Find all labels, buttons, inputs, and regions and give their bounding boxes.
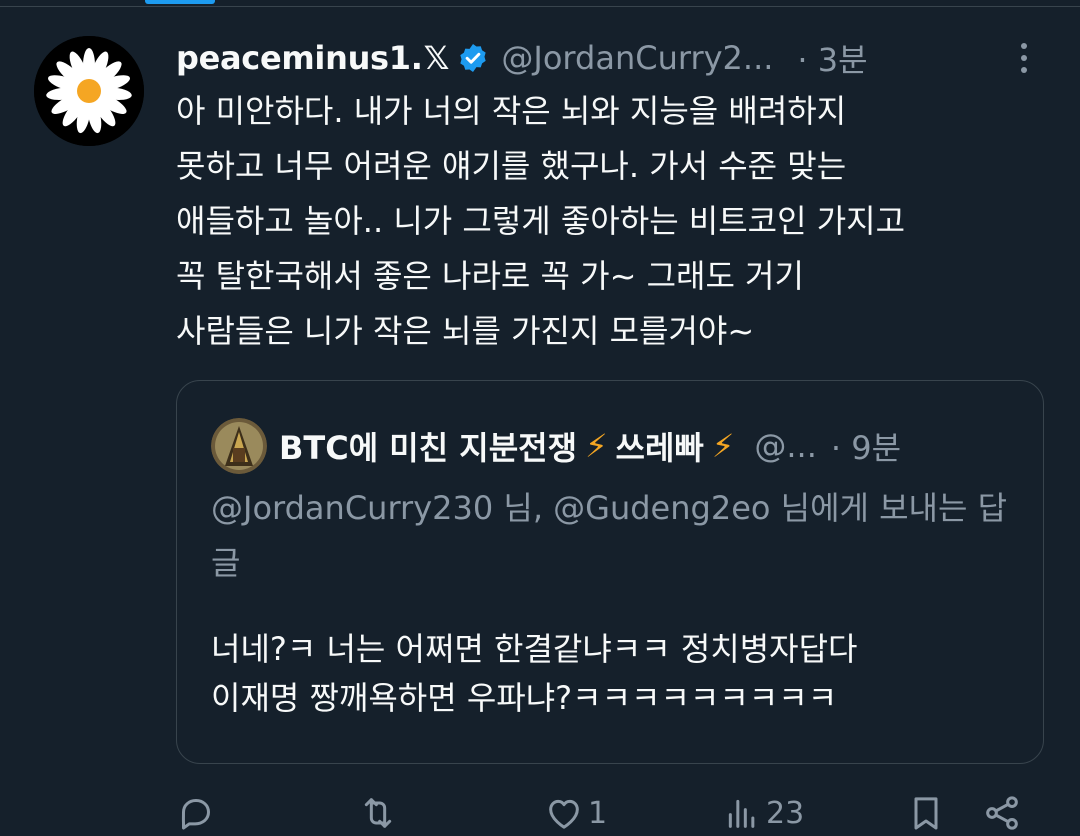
reply-icon [181, 799, 210, 830]
quoted-author-handle: @... [754, 427, 817, 465]
replying-to-text: @JordanCurry230 님, @Gudeng2eo 님에게 보내는 답글 [211, 489, 1008, 582]
views-icon [728, 799, 755, 828]
tweet-timestamp[interactable]: · 3분 [797, 35, 867, 81]
quoted-tweet-timestamp: · 9분 [830, 429, 902, 467]
share-button[interactable] [982, 790, 1022, 836]
tweet-header: peaceminus1. 𝕏 @JordanCurry2... · 3분 [176, 30, 1056, 86]
more-icon[interactable] [1008, 36, 1040, 80]
active-tab-indicator [145, 0, 215, 4]
quoted-tweet-text: 너네?ㅋ 너는 어쩌면 한결같냐ㅋㅋ 정치병자답다 이재명 짱깨욕하면 우파냐?… [211, 630, 858, 717]
quoted-avatar-image [211, 418, 267, 474]
tweet-actions: 1 23 [176, 790, 1056, 836]
retweet-icon [364, 798, 392, 828]
quoted-author-name-suffix: 쓰레빠 [615, 429, 704, 467]
tweet-text: 아 미안하다. 내가 너의 작은 뇌와 지능을 배려하지 못하고 너무 어려운 … [176, 92, 906, 350]
bookmark-button[interactable] [906, 790, 946, 836]
reply-button[interactable] [176, 790, 220, 836]
view-count: 23 [766, 795, 805, 831]
quoted-author-display-name: BTC에 미친 지분전쟁 [279, 429, 578, 467]
views-button[interactable]: 23 [722, 790, 804, 836]
author-avatar[interactable] [34, 36, 144, 146]
like-icon [549, 799, 579, 829]
daisy-avatar-image [34, 36, 144, 146]
verified-badge-icon[interactable] [457, 42, 489, 74]
like-count: 1 [588, 795, 608, 831]
quoted-tweet[interactable]: BTC에 미친 지분전쟁 ⚡ 쓰레빠 ⚡ @... · 9분 @JordanCu… [176, 380, 1044, 764]
retweet-button[interactable] [358, 790, 402, 836]
like-button[interactable]: 1 [544, 790, 607, 836]
bookmark-icon [914, 797, 938, 830]
share-icon [986, 796, 1018, 830]
divider [0, 6, 1080, 7]
author-handle[interactable]: @JordanCurry2... [501, 39, 773, 77]
author-display-name[interactable]: peaceminus1. [176, 39, 423, 77]
x-logo-icon: 𝕏 [423, 39, 450, 77]
lightning-icon: ⚡ [711, 427, 735, 465]
quoted-author-avatar [211, 418, 267, 474]
lightning-icon: ⚡ [585, 427, 608, 465]
quoted-tweet-header: BTC에 미친 지분전쟁 ⚡ 쓰레빠 ⚡ @... · 9분 [211, 418, 1031, 474]
